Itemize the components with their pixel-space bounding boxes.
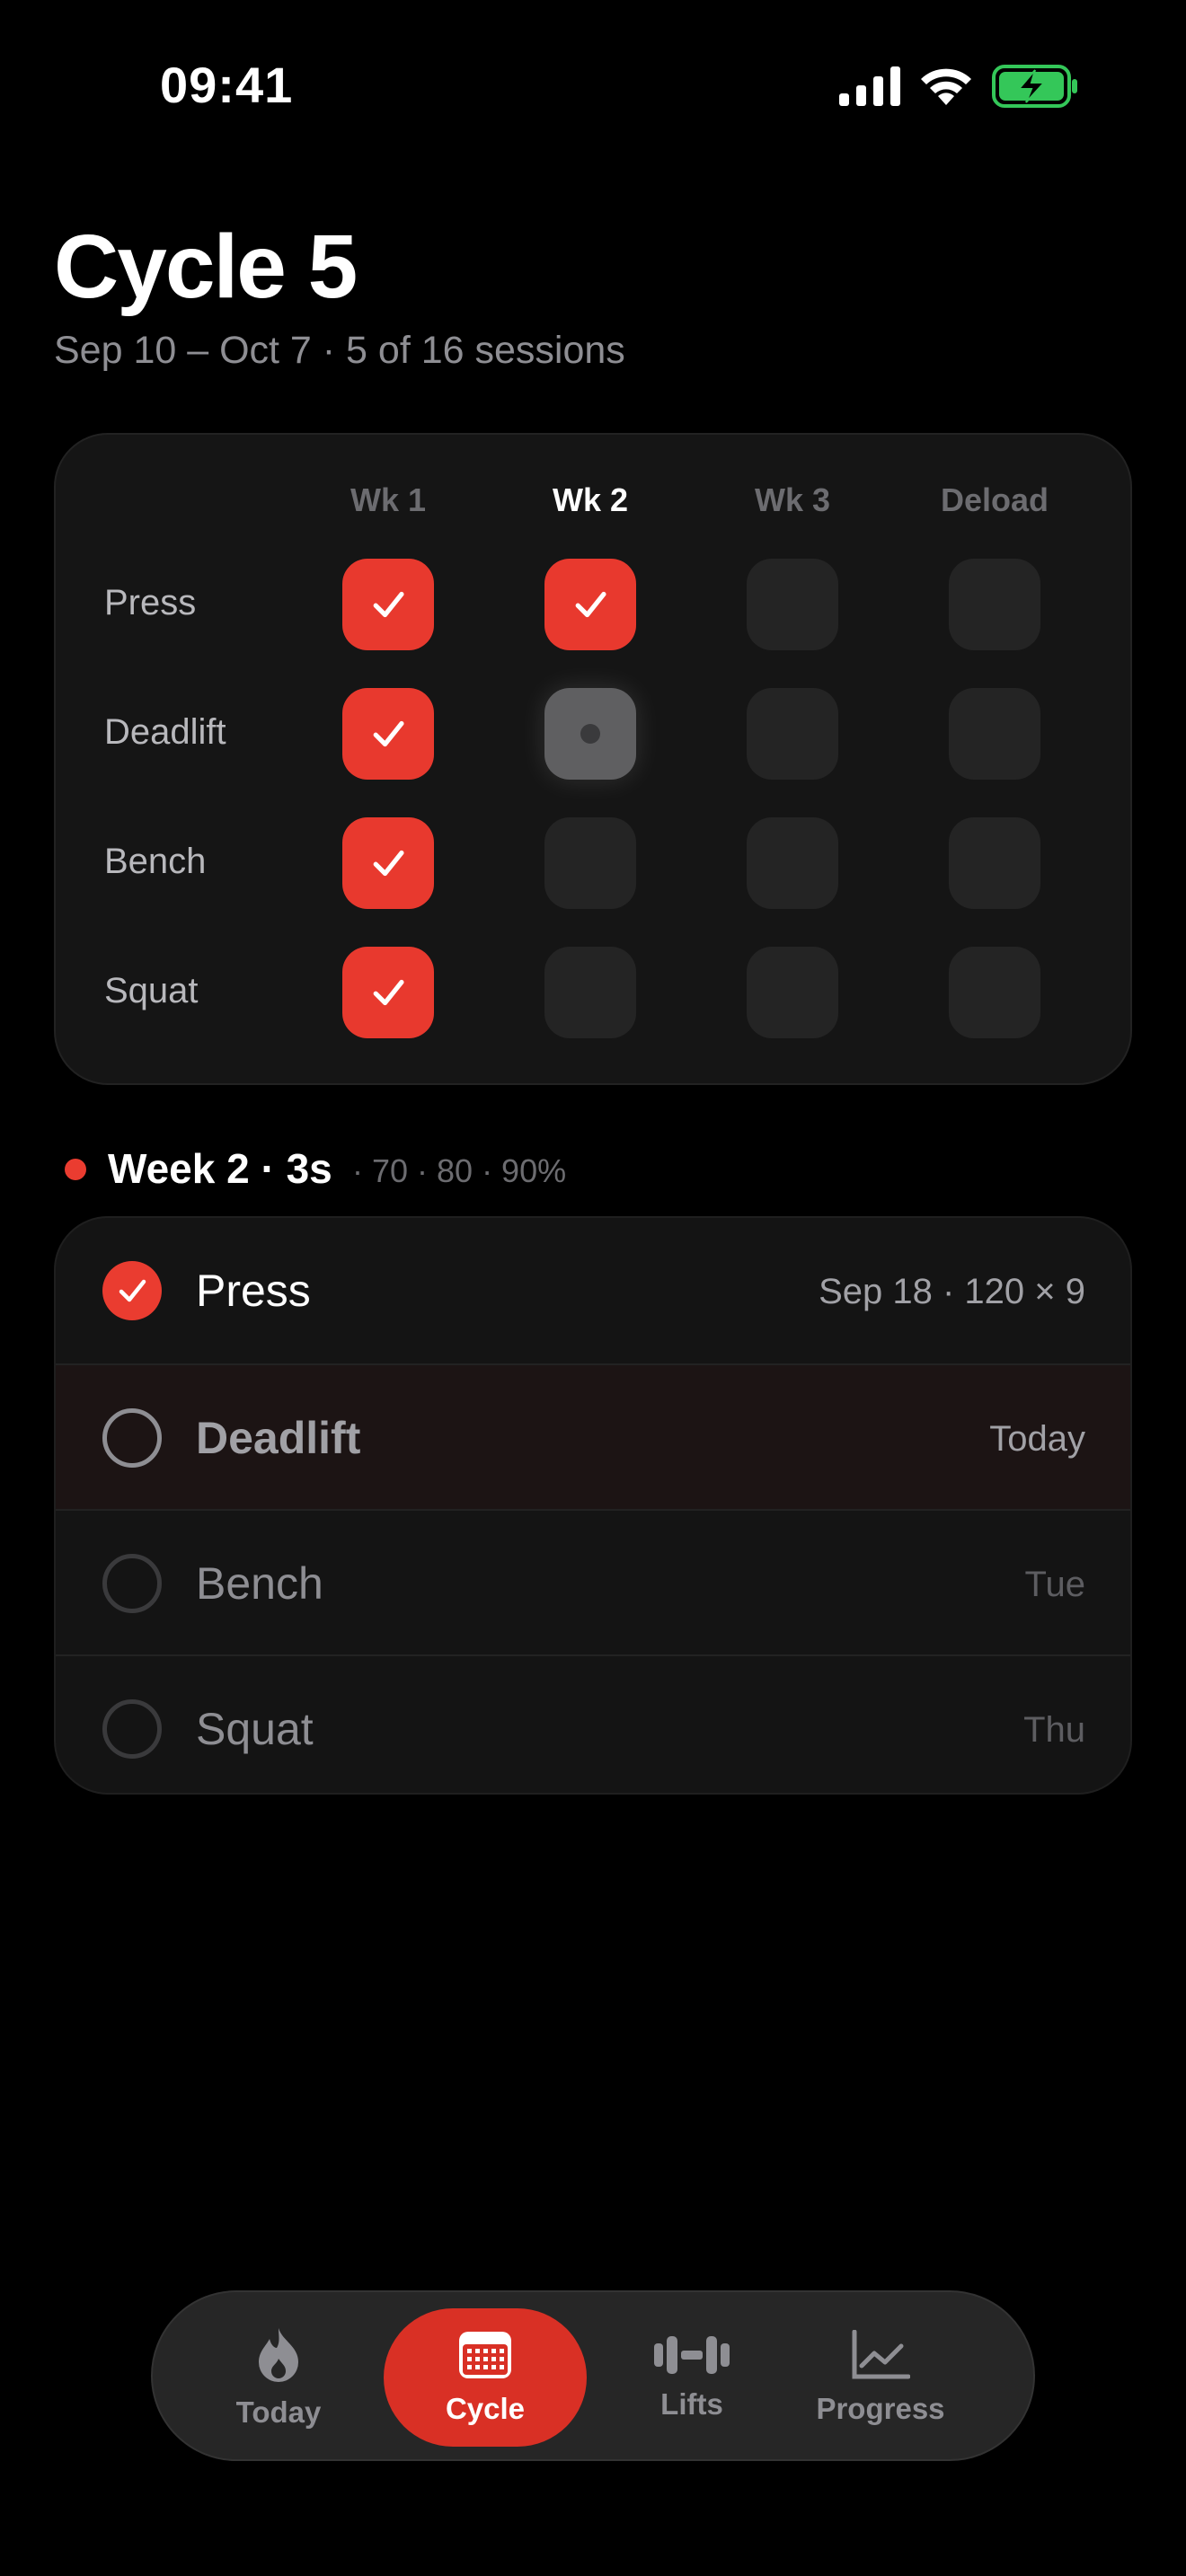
page-title: Cycle 5 [54,216,358,317]
checkmark-icon [373,591,404,618]
page-subtitle: Sep 10 – Oct 7 · 5 of 16 sessions [54,329,625,372]
current-week-indicator [65,1159,86,1180]
column-header: Deload [940,481,1049,518]
battery-charging-icon [992,65,1077,108]
column-header: Wk 1 [350,481,427,518]
session-checkbox[interactable] [102,1554,162,1613]
status-icons [839,65,1078,108]
session-cell-empty[interactable] [949,688,1040,780]
session-meta: Thu [1023,1710,1085,1750]
column-header: Wk 3 [754,481,831,518]
flame-icon [252,2326,305,2388]
session-cell-empty[interactable] [544,947,636,1038]
dumbbell-icon [654,2334,730,2380]
status-time: 09:41 [160,57,294,113]
session-row[interactable]: Press Sep 18 · 120 × 9 [56,1218,1130,1363]
session-cell-empty[interactable] [949,947,1040,1038]
status-bar: 09:41 [0,0,1186,171]
grid-row-label: Deadlift [104,712,226,752]
checkmark-icon [575,591,606,618]
session-name: Deadlift [196,1413,361,1463]
grid-row-label: Bench [104,842,207,881]
cycle-progress-grid: Wk 1 Wk 2 Wk 3 Deload Press Deadlift Bench S… [54,433,1132,1085]
column-header: Wk 2 [552,481,629,518]
session-meta: Today [989,1419,1085,1459]
session-name: Press [196,1266,311,1316]
session-row[interactable]: Bench Tue [56,1509,1130,1654]
session-meta: Tue [1024,1565,1085,1604]
session-name: Bench [196,1558,323,1609]
tab-lifts[interactable]: Lifts [620,2292,764,2463]
calendar-icon [457,2330,513,2385]
tab-label: Cycle [445,2391,526,2425]
session-row[interactable]: Squat Thu [56,1654,1130,1793]
current-session-dot [580,724,600,744]
session-cell-empty[interactable] [544,817,636,909]
wifi-icon [921,68,971,105]
session-cell-done[interactable] [544,559,636,650]
session-checkbox[interactable] [102,1699,162,1759]
tab-label: Today [235,2395,322,2429]
session-list: Press Sep 18 · 120 × 9 Deadlift Today Bench T… [54,1216,1132,1795]
session-checkbox[interactable] [102,1408,162,1468]
checkmark-icon [119,1279,146,1302]
session-meta: Sep 18 · 120 × 9 [819,1272,1085,1311]
session-cell-empty[interactable] [747,817,838,909]
tab-progress[interactable]: Progress [782,2292,979,2463]
session-cell-done[interactable] [342,817,434,909]
tab-bar: Today Cycle Lifts Progress [151,2290,1035,2461]
session-cell-empty[interactable] [747,947,838,1038]
checkmark-icon [373,979,404,1006]
session-cell-done[interactable] [342,947,434,1038]
session-checkbox[interactable] [102,1261,162,1320]
checkmark-icon [373,850,404,877]
session-row[interactable]: Deadlift Today [56,1363,1130,1509]
tab-label: Progress [816,2391,945,2425]
session-cell-done[interactable] [342,559,434,650]
session-name: Squat [196,1704,314,1754]
chart-icon [851,2329,911,2385]
session-cell-current[interactable] [544,688,636,780]
grid-row-label: Press [104,583,197,622]
cellular-signal-icon [839,66,900,106]
session-cell-empty[interactable] [949,559,1040,650]
tab-cycle[interactable]: Cycle [384,2308,587,2447]
session-cell-empty[interactable] [747,688,838,780]
checkmark-icon [373,720,404,747]
grid-row-label: Squat [104,971,199,1010]
tab-today[interactable]: Today [198,2292,359,2463]
week-title: Week 2 · 3s [108,1145,332,1192]
session-cell-empty[interactable] [949,817,1040,909]
week-percentages: · 70 · 80 · 90% [352,1152,567,1189]
session-cell-done[interactable] [342,688,434,780]
session-cell-empty[interactable] [747,559,838,650]
tab-label: Lifts [660,2386,723,2421]
